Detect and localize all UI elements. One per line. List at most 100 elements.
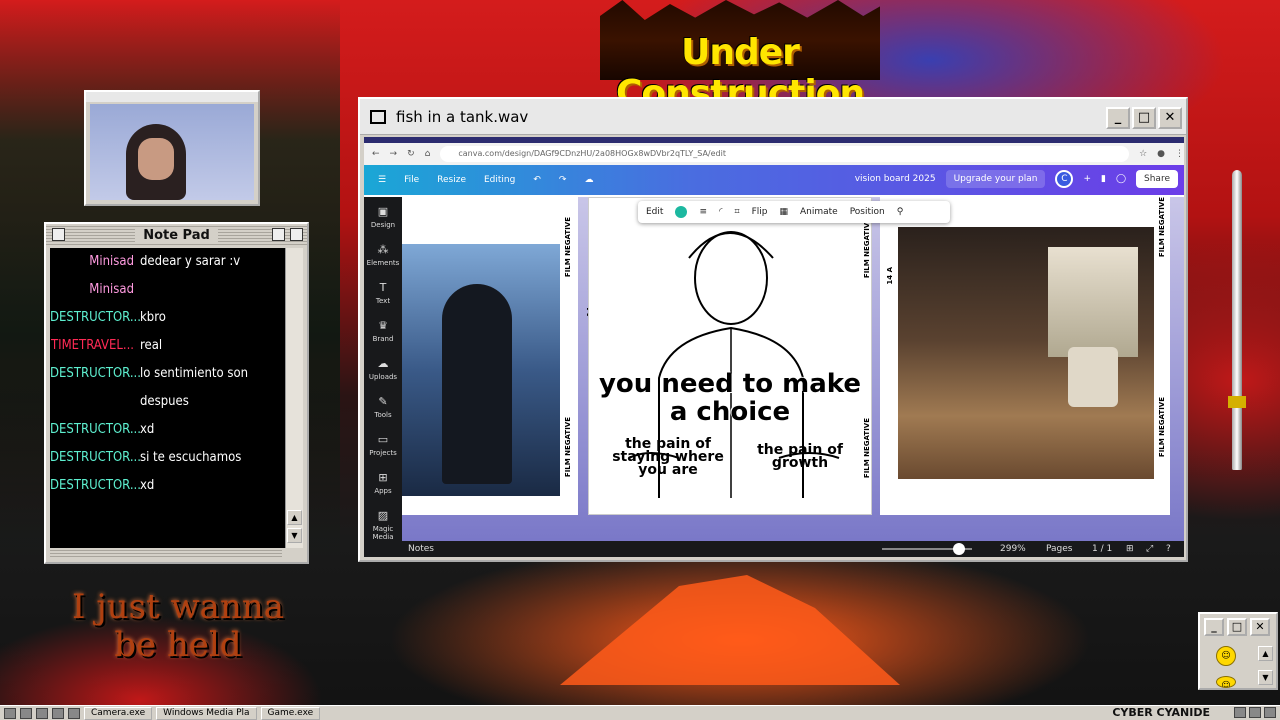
resize-menu[interactable]: Resize — [437, 175, 466, 185]
file-menu[interactable]: File — [404, 175, 419, 185]
zoom-level[interactable]: 299% — [1000, 544, 1026, 554]
star-icon[interactable]: ☆ — [1139, 149, 1147, 159]
address-bar[interactable]: canva.com/design/DAGf9CDnzHU/2a08HOGx8wD… — [440, 146, 1130, 162]
start-icon[interactable] — [4, 707, 16, 719]
comment-icon[interactable]: ◯ — [1116, 174, 1126, 184]
zoom-slider[interactable] — [882, 543, 972, 555]
quicklaunch-icon[interactable] — [52, 707, 64, 719]
grid-view-icon[interactable]: ⊞ — [1126, 544, 1134, 554]
home-icon[interactable]: ⌂ — [425, 149, 431, 159]
add-collaborator-icon[interactable]: + — [1083, 174, 1091, 184]
chat-scrollbar[interactable]: ▲ ▼ — [285, 248, 303, 548]
reload-icon[interactable]: ↻ — [407, 149, 415, 159]
upgrade-button[interactable]: Upgrade your plan — [945, 170, 1046, 188]
notepad-close-icon[interactable] — [52, 228, 65, 241]
chat-username[interactable]: Minisad — [50, 248, 140, 276]
sidebar-item-design[interactable]: ▣ Design — [364, 197, 402, 235]
notes-button[interactable]: Notes — [408, 544, 434, 554]
chat-username[interactable]: DESTRUCTOR... — [50, 416, 140, 444]
hamburger-icon[interactable]: ☰ — [378, 175, 386, 185]
forward-icon[interactable]: → — [390, 149, 398, 159]
position-button[interactable]: Position — [850, 207, 885, 217]
close-button[interactable]: ✕ — [1158, 107, 1182, 129]
main-window-title-bar[interactable]: fish in a tank.wav — [360, 99, 1186, 135]
taskbar-item-game[interactable]: Game.exe — [260, 706, 321, 720]
sidebar-item-projects[interactable]: ▭ Projects — [364, 425, 402, 463]
undo-icon[interactable]: ↶ — [533, 175, 541, 185]
notepad-window[interactable]: Note Pad Minisad dedear y sarar :v Minisad… — [44, 222, 309, 564]
chat-username[interactable]: DESTRUCTOR... — [50, 472, 140, 500]
sidebar-item-magic-media[interactable]: ▨ Magic Media — [364, 501, 402, 541]
paint-format-icon[interactable]: ⚲ — [897, 207, 904, 217]
film-label-left-bottom: FILM NEGATIVE — [564, 417, 572, 478]
photo-girl-bow[interactable] — [402, 244, 560, 496]
transparency-icon[interactable]: ▦ — [779, 207, 788, 217]
taskbar-item-media-player[interactable]: Windows Media Pla — [156, 706, 257, 720]
share-button[interactable]: Share — [1136, 170, 1178, 188]
mini-window[interactable]: _ □ ✕ ☺ ☺ ▲ ▼ — [1198, 612, 1278, 690]
tray-icon[interactable] — [1249, 707, 1261, 718]
mini-scroll-up-button[interactable]: ▲ — [1258, 646, 1273, 661]
sidebar-item-brand[interactable]: ♛ Brand — [364, 311, 402, 349]
chat-message: DESTRUCTOR... si te escuchamos — [50, 444, 288, 472]
corner-radius-icon[interactable]: ◜ — [719, 207, 723, 217]
canva-header: ☰ File Resize Editing ↶ ↷ ☁ vision board… — [364, 165, 1184, 195]
cloud-save-icon[interactable]: ☁ — [584, 175, 593, 185]
back-icon[interactable]: ← — [372, 149, 380, 159]
tray-icon[interactable] — [1234, 707, 1246, 718]
flip-button[interactable]: Flip — [752, 207, 768, 217]
sidebar-item-apps[interactable]: ⊞ Apps — [364, 463, 402, 501]
crop-icon[interactable]: ⌗ — [734, 207, 739, 217]
insights-icon[interactable]: ▮ — [1101, 174, 1106, 184]
notepad-title-bar[interactable]: Note Pad — [46, 224, 307, 246]
smiley-icon[interactable]: ☺ — [1216, 646, 1236, 666]
sidebar-item-elements[interactable]: ⁂ Elements — [364, 235, 402, 273]
notepad-maximize-icon[interactable] — [272, 228, 285, 241]
mini-maximize-button[interactable]: □ — [1227, 618, 1247, 636]
editing-menu[interactable]: Editing — [484, 175, 515, 185]
sidebar-item-tools[interactable]: ✎ Tools — [364, 387, 402, 425]
pages-button[interactable]: Pages — [1046, 544, 1072, 554]
mini-minimize-button[interactable]: _ — [1204, 618, 1224, 636]
chat-username[interactable]: Minisad — [50, 276, 140, 304]
meme-image[interactable]: you need to make a choice the pain of st… — [588, 197, 872, 515]
minimize-button[interactable]: _ — [1106, 107, 1130, 129]
mini-scroll-down-button[interactable]: ▼ — [1258, 670, 1273, 685]
design-canvas[interactable]: FILM NEGATIVE FILM NEGATIVE 14 you need … — [402, 197, 1184, 541]
color-swatch[interactable] — [675, 206, 688, 218]
edit-button[interactable]: Edit — [646, 207, 663, 217]
smiley-icon[interactable]: ☺ — [1216, 676, 1236, 688]
notepad-minimize-icon[interactable] — [290, 228, 303, 241]
quicklaunch-icon[interactable] — [20, 707, 32, 719]
chat-username[interactable] — [50, 388, 140, 416]
chat-username[interactable]: DESTRUCTOR... — [50, 304, 140, 332]
scroll-down-button[interactable]: ▼ — [287, 528, 302, 543]
main-window[interactable]: fish in a tank.wav _ □ ✕ ← → ↻ ⌂ canva.c… — [358, 97, 1188, 562]
fullscreen-icon[interactable]: ⤢ — [1146, 544, 1153, 554]
chat-username[interactable]: TIMETRAVEL... — [50, 332, 140, 360]
quicklaunch-icon[interactable] — [68, 707, 80, 719]
taskbar-item-camera[interactable]: Camera.exe — [84, 706, 153, 720]
menu-icon[interactable]: ⋮ — [1175, 149, 1184, 159]
scroll-up-button[interactable]: ▲ — [287, 510, 302, 525]
profile-icon[interactable]: ● — [1157, 149, 1165, 159]
tray-icon[interactable] — [1264, 707, 1276, 718]
chat-username[interactable]: DESTRUCTOR... — [50, 444, 140, 472]
sidebar-item-text[interactable]: T Text — [364, 273, 402, 311]
animate-button[interactable]: Animate — [800, 207, 838, 217]
page-left[interactable]: FILM NEGATIVE FILM NEGATIVE 14 — [402, 197, 594, 515]
help-icon[interactable]: ? — [1166, 544, 1171, 554]
page-right[interactable]: 14 A FILM NEGATIVE FILM NEGATIVE — [880, 197, 1170, 515]
webcam-window[interactable] — [84, 90, 260, 206]
sidebar-item-uploads[interactable]: ☁ Uploads — [364, 349, 402, 387]
document-title[interactable]: vision board 2025 — [855, 174, 936, 184]
redo-icon[interactable]: ↷ — [559, 175, 567, 185]
maximize-button[interactable]: □ — [1132, 107, 1156, 129]
quicklaunch-icon[interactable] — [36, 707, 48, 719]
zoom-slider-knob[interactable] — [952, 543, 965, 555]
chat-username[interactable]: DESTRUCTOR... — [50, 360, 140, 388]
avatar[interactable]: C — [1055, 170, 1074, 188]
mini-close-button[interactable]: ✕ — [1250, 618, 1270, 636]
border-style-icon[interactable]: ≡ — [699, 207, 707, 217]
photo-room[interactable] — [898, 227, 1154, 479]
